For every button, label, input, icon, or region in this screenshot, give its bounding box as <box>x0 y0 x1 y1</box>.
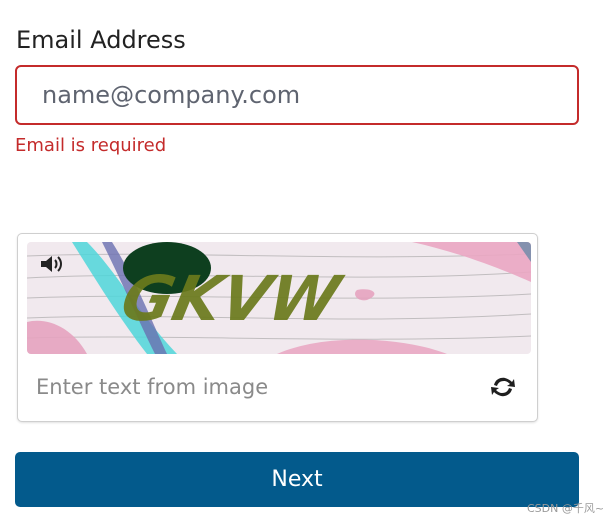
watermark: CSDN @千风~ <box>527 502 605 515</box>
captcha-widget: GKVW <box>17 233 538 422</box>
captcha-text: GKVW <box>115 263 348 335</box>
refresh-icon <box>491 377 515 397</box>
captcha-image: GKVW <box>27 242 531 354</box>
speaker-icon <box>41 256 62 272</box>
email-error-message: Email is required <box>15 135 167 156</box>
email-label: Email Address <box>16 26 186 54</box>
login-form: Email Address Email is required <box>0 0 611 520</box>
email-field[interactable] <box>15 65 579 125</box>
next-button[interactable]: Next <box>15 452 579 507</box>
captcha-input[interactable] <box>34 369 468 405</box>
captcha-audio-button[interactable] <box>29 244 73 284</box>
captcha-refresh-button[interactable] <box>484 370 522 404</box>
